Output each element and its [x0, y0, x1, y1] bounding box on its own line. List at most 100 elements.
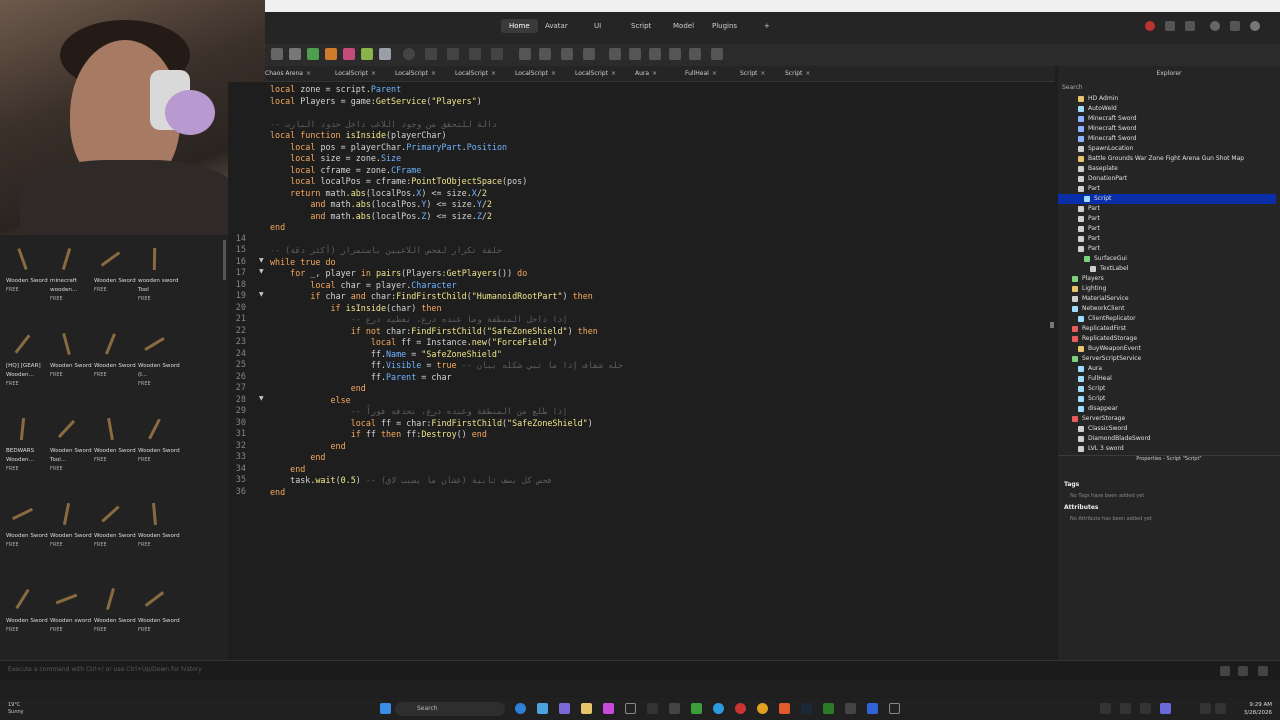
tab-home[interactable]: Home: [501, 19, 538, 33]
code-line[interactable]: if isInside(char) then: [270, 303, 442, 313]
move-icon[interactable]: [649, 48, 661, 60]
volume-icon[interactable]: [1215, 703, 1226, 714]
code-line[interactable]: end: [270, 452, 325, 462]
script-editor[interactable]: local zone = script.Parent local Players …: [268, 82, 1048, 660]
file-explorer-icon[interactable]: [581, 703, 592, 714]
tray-icon[interactable]: [1100, 703, 1111, 714]
close-icon[interactable]: ×: [652, 70, 657, 77]
explorer-item[interactable]: Minecraft Sword: [1062, 124, 1137, 134]
explorer-item[interactable]: Part: [1062, 184, 1100, 194]
refresh-icon[interactable]: [1238, 666, 1248, 676]
close-icon[interactable]: ×: [611, 70, 616, 77]
fold-chevron-icon[interactable]: ▼: [259, 395, 264, 402]
weather-widget[interactable]: 19°C Sunny: [8, 702, 24, 716]
start-icon[interactable]: [380, 703, 391, 714]
app-icon[interactable]: [559, 703, 570, 714]
code-line[interactable]: -- إذا طلع من المنطقة وعنده درع، نحذفه ف…: [270, 406, 568, 416]
explorer-item[interactable]: Minecraft Sword: [1062, 114, 1137, 124]
explorer-item[interactable]: ServerStorage: [1062, 414, 1125, 424]
tags-section[interactable]: Tags: [1064, 481, 1079, 488]
explorer-item[interactable]: ClientReplicator: [1062, 314, 1136, 324]
chrome-icon[interactable]: [757, 703, 768, 714]
telegram-icon[interactable]: [713, 703, 724, 714]
attributes-section[interactable]: Attributes: [1064, 504, 1098, 511]
toolbox-icon[interactable]: [325, 48, 337, 60]
scrollbar[interactable]: [223, 240, 226, 280]
code-line[interactable]: else: [270, 395, 351, 405]
explorer-item[interactable]: Aura: [1062, 364, 1102, 374]
system-clock[interactable]: 9:29 AM 3/28/2026: [1244, 701, 1272, 717]
editor-scrollbar[interactable]: [1048, 82, 1056, 660]
code-line[interactable]: and math.abs(localPos.Y) <= size.Y/2: [270, 199, 492, 209]
explorer-item[interactable]: AutoWeld: [1062, 104, 1117, 114]
explorer-item[interactable]: BuyWeaponEvent: [1062, 344, 1141, 354]
transform-icon[interactable]: [609, 48, 621, 60]
code-line[interactable]: if ff then ff:Destroy() end: [270, 429, 487, 439]
code-line[interactable]: -- دالة للتحقق من وجود اللاعب داخل حدود …: [270, 119, 497, 129]
command-input[interactable]: Execute a command with Ctrl+/ or use Ctr…: [8, 666, 202, 673]
explorer-item[interactable]: NetworkClient: [1062, 304, 1124, 314]
asset-card[interactable]: Wooden Sword FREE: [6, 245, 50, 295]
avatar[interactable]: [1250, 21, 1260, 31]
cframe-icon[interactable]: [425, 48, 437, 60]
play-icon[interactable]: [403, 48, 415, 60]
tab-script[interactable]: Script: [631, 22, 651, 30]
close-icon[interactable]: ×: [491, 70, 496, 77]
add-tab-button[interactable]: +: [764, 22, 770, 30]
brave-icon[interactable]: [779, 703, 790, 714]
explorer-search[interactable]: Search: [1062, 84, 1276, 94]
doc-tab[interactable]: LocalScript ×: [395, 70, 436, 77]
code-line[interactable]: ff.Parent = char: [270, 372, 452, 382]
explorer-item[interactable]: DonationPart: [1062, 174, 1127, 184]
properties-toggle-icon[interactable]: [539, 48, 551, 60]
code-line[interactable]: and math.abs(localPos.Z) <= size.Z/2: [270, 211, 492, 221]
record-icon[interactable]: [1145, 21, 1155, 31]
group-icon[interactable]: [447, 48, 459, 60]
share-icon[interactable]: [1165, 21, 1175, 31]
fold-chevron-icon[interactable]: ▼: [259, 257, 264, 264]
asset-card[interactable]: Wooden Sword Tool... FREE: [50, 415, 94, 474]
app-icon[interactable]: [625, 703, 636, 714]
close-icon[interactable]: ×: [805, 70, 810, 77]
code-line[interactable]: end: [270, 222, 285, 232]
image-icon[interactable]: [343, 48, 355, 60]
explorer-item[interactable]: Minecraft Sword: [1062, 134, 1137, 144]
scale-icon[interactable]: [629, 48, 641, 60]
tab-avatar[interactable]: Avatar: [545, 22, 568, 30]
doc-tab[interactable]: Script ×: [740, 70, 765, 77]
mesh-icon[interactable]: [379, 48, 391, 60]
terrain-icon[interactable]: [307, 48, 319, 60]
explorer-item[interactable]: Part: [1062, 224, 1100, 234]
collision-icon[interactable]: [669, 48, 681, 60]
close-icon[interactable]: ×: [306, 70, 311, 77]
explorer-toggle-icon[interactable]: [519, 48, 531, 60]
code-line[interactable]: end: [270, 441, 346, 451]
asset-card[interactable]: [HQ] [GEAR] Wooden... FREE: [6, 330, 50, 389]
app-icon[interactable]: [845, 703, 856, 714]
app-icon[interactable]: [889, 703, 900, 714]
app-icon[interactable]: [603, 703, 614, 714]
xbox-icon[interactable]: [691, 703, 702, 714]
code-line[interactable]: for _, player in pairs(Players:GetPlayer…: [270, 268, 527, 278]
explorer-item[interactable]: ReplicatedFirst: [1062, 324, 1126, 334]
code-line[interactable]: return math.abs(localPos.X) <= size.X/2: [270, 188, 487, 198]
asset-card[interactable]: Wooden Sword FREE: [6, 585, 50, 635]
code-line[interactable]: ff.Visible = true -- خله شفاف إذا ما تبي…: [270, 360, 623, 370]
asset-card[interactable]: Wooden Sword (I... FREE: [138, 330, 182, 389]
code-line[interactable]: local ff = Instance.new("ForceField"): [270, 337, 558, 347]
asset-card[interactable]: minecraft wooden... FREE: [50, 245, 94, 304]
asset-card[interactable]: Wooden Sword FREE: [138, 415, 182, 465]
excel-icon[interactable]: [823, 703, 834, 714]
doc-tab[interactable]: LocalScript ×: [575, 70, 616, 77]
history-icon[interactable]: [1220, 666, 1230, 676]
tab-plugins[interactable]: Plugins: [712, 22, 737, 30]
code-line[interactable]: -- حلقة تكرار لفحص اللاعبين باستمرار (أك…: [270, 245, 502, 255]
material-icon[interactable]: [361, 48, 373, 60]
run-icon[interactable]: [1258, 666, 1268, 676]
part-icon[interactable]: [289, 48, 301, 60]
code-line[interactable]: local size = zone.Size: [270, 153, 401, 163]
explorer-item[interactable]: Part: [1062, 214, 1100, 224]
explorer-item[interactable]: disappear: [1062, 404, 1118, 414]
doc-tab[interactable]: LocalScript ×: [455, 70, 496, 77]
steam-icon[interactable]: [801, 703, 812, 714]
